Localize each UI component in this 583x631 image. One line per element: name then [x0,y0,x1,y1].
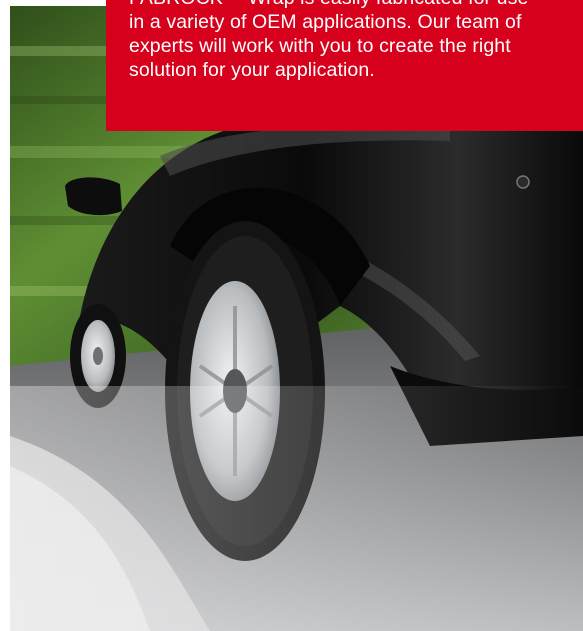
callout-text: FABROCK™ Wrap is easily fabricated for u… [129,0,528,81]
page: FABROCK™ Wrap is easily fabricated for u… [0,0,583,631]
callout-banner: FABROCK™ Wrap is easily fabricated for u… [106,0,583,131]
